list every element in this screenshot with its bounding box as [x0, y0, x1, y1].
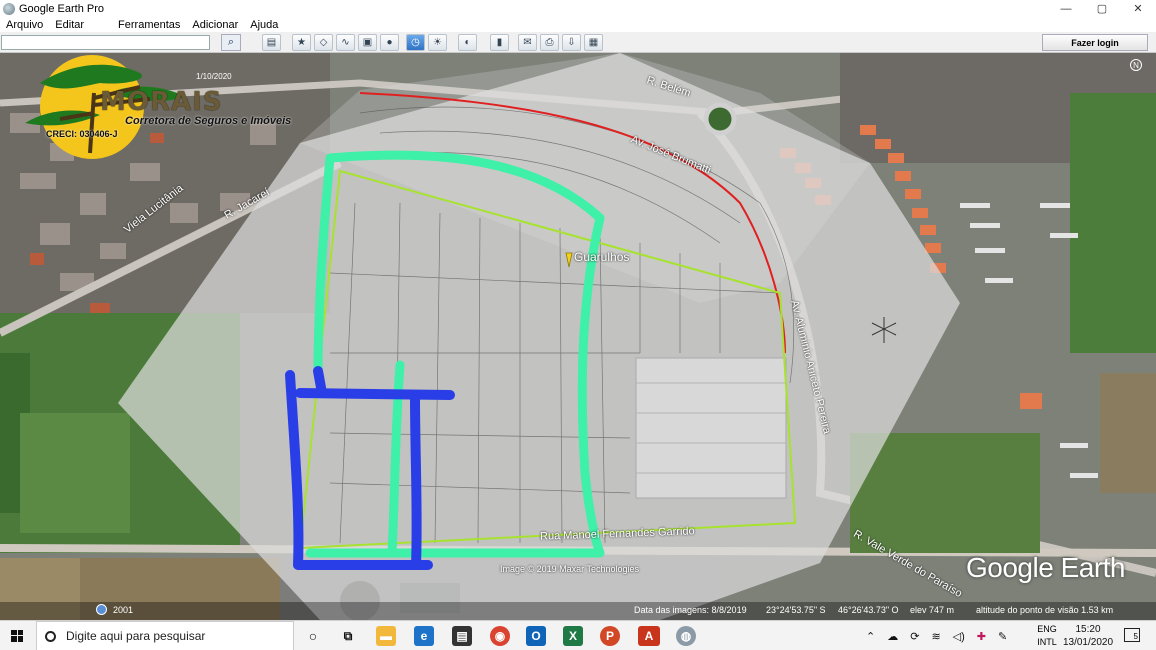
sunlight-button[interactable]: ☀	[428, 34, 447, 51]
clock-icon: ◷	[411, 37, 420, 48]
google-earth-watermark: Google Earth	[966, 552, 1126, 583]
minimize-button[interactable]: —	[1048, 0, 1084, 17]
eye-altitude: altitude do ponto de visão 1.53 km	[976, 605, 1114, 615]
menu-adicionar[interactable]: Adicionar	[192, 19, 238, 31]
menu-ferramentas[interactable]: Ferramentas	[118, 19, 180, 31]
cloud-icon[interactable]: ☁	[887, 630, 898, 643]
sync-icon[interactable]: ⟳	[910, 630, 919, 643]
logo-creci: CRECI: 030406-J	[46, 129, 118, 139]
view-in-maps-button[interactable]: ▦	[584, 34, 603, 51]
latitude: 23°24'53.75" S	[766, 605, 826, 615]
print-button[interactable]: ⎙	[540, 34, 559, 51]
login-button[interactable]: Fazer login	[1042, 34, 1148, 51]
window-title: Google Earth Pro	[19, 2, 104, 15]
maximize-button[interactable]: ▢	[1084, 0, 1120, 17]
notification-count: 5	[1133, 632, 1138, 641]
elevation: elev 747 m	[910, 605, 955, 615]
edge-icon[interactable]: e	[414, 626, 434, 646]
clock-time: 15:20	[1075, 624, 1101, 635]
planet-icon: ◐	[464, 37, 471, 48]
polygon-icon: ◇	[319, 37, 328, 48]
city-label: Guarulhos	[574, 250, 630, 264]
volume-icon[interactable]: ◁)	[953, 630, 965, 643]
historical-imagery-year[interactable]: 2001	[96, 604, 133, 615]
compass-north-icon[interactable]: N	[1130, 59, 1142, 71]
google-earth-taskbar-icon[interactable]: ◍	[676, 626, 696, 646]
map-icon: ▦	[588, 37, 599, 48]
menu-arquivo[interactable]: Arquivo	[6, 19, 43, 31]
placemark-icon: ★	[297, 37, 306, 48]
menu-editar[interactable]: Editar	[55, 19, 84, 31]
wifi-icon[interactable]: ≋	[931, 630, 940, 643]
outlook-icon[interactable]: O	[526, 626, 546, 646]
email-button[interactable]: ✉	[518, 34, 537, 51]
title-bar: Google Earth Pro — ▢ ✕	[0, 0, 1156, 17]
print-icon: ⎙	[545, 37, 554, 48]
window-controls: — ▢ ✕	[1048, 0, 1156, 17]
sidebar-icon: ▤	[266, 37, 277, 48]
save-image-icon: ⇩	[567, 37, 576, 48]
search-icon: ⌕	[227, 36, 235, 48]
longitude: 46°26'43.73" O	[838, 605, 899, 615]
record-tour-button[interactable]: ●	[380, 34, 399, 51]
add-polygon-button[interactable]: ◇	[314, 34, 333, 51]
ruler-icon: ▮	[496, 37, 503, 48]
powerpoint-icon[interactable]: P	[600, 626, 620, 646]
language-code: ENG	[1037, 624, 1057, 634]
toolbar: ⌕ ▤ ★ ◇ ∿ ▣ ● ◷ ☀ ◐ ▮ ✉ ⎙ ⇩ ▦ Fazer logi…	[0, 32, 1156, 53]
search-icon	[45, 630, 56, 642]
tour-icon: ●	[386, 37, 393, 48]
overlay-icon: ▣	[362, 37, 373, 48]
cortana-icon[interactable]: ○	[303, 626, 323, 646]
taskbar-clock[interactable]: 15:20 13/01/2020	[1060, 623, 1116, 649]
menu-ajuda[interactable]: Ajuda	[250, 19, 278, 31]
imagery-copyright: Image © 2019 Maxar Technologies	[500, 564, 640, 574]
antivirus-icon[interactable]: ✚	[977, 630, 986, 643]
image-date: Data das imagens: 8/8/2019	[634, 605, 747, 615]
excel-icon[interactable]: X	[563, 626, 583, 646]
add-placemark-button[interactable]: ★	[292, 34, 311, 51]
windows-logo-icon	[11, 629, 23, 642]
historical-imagery-button[interactable]: ◷	[406, 34, 425, 51]
search-input[interactable]	[1, 35, 210, 50]
taskbar-search-placeholder: Digite aqui para pesquisar	[66, 629, 206, 643]
search-button[interactable]: ⌕	[221, 34, 241, 51]
save-image-button[interactable]: ⇩	[562, 34, 581, 51]
windows-taskbar: Digite aqui para pesquisar ○ ⧉ ▬ e ▤ ◉ O…	[0, 620, 1156, 650]
store-icon[interactable]: ▤	[452, 626, 472, 646]
keyboard-layout: INTL	[1037, 637, 1057, 647]
logo-brand: MORAIS	[100, 87, 223, 117]
language-indicator[interactable]: ENG INTL	[1036, 623, 1058, 649]
task-view-icon[interactable]: ⧉	[338, 626, 358, 646]
path-icon: ∿	[341, 37, 350, 48]
logo-date: 1/10/2020	[196, 72, 232, 81]
year-label: 2001	[113, 604, 134, 615]
acrobat-icon[interactable]: A	[638, 626, 660, 646]
email-icon: ✉	[523, 37, 532, 48]
google-earth-app-icon	[3, 2, 15, 15]
planet-switch-button[interactable]: ◐	[458, 34, 477, 51]
chrome-icon[interactable]: ◉	[490, 626, 510, 646]
clock-date: 13/01/2020	[1062, 637, 1114, 648]
clock-icon	[96, 604, 107, 615]
map-view[interactable]: 1/10/2020 MORAIS Corretora de Seguros e …	[0, 53, 1156, 620]
system-tray: ⌃ ☁ ⟳ ≋ ◁) ✚ ✎	[866, 621, 1007, 650]
map-status-bar: Data das imagens: 8/8/2019 23°24'53.75" …	[0, 602, 1156, 620]
ruler-button[interactable]: ▮	[490, 34, 509, 51]
sidebar-toggle-button[interactable]: ▤	[262, 34, 281, 51]
taskbar-search[interactable]: Digite aqui para pesquisar	[36, 621, 294, 650]
notification-center-icon[interactable]: 5	[1124, 628, 1140, 642]
menu-bar: Arquivo Editar Ferramentas Adicionar Aju…	[0, 17, 1156, 32]
add-overlay-button[interactable]: ▣	[358, 34, 377, 51]
file-explorer-icon[interactable]: ▬	[376, 626, 396, 646]
logo-tagline: Corretora de Seguros e Imóveis	[125, 115, 292, 127]
chevron-up-icon[interactable]: ⌃	[866, 630, 875, 643]
sun-icon: ☀	[433, 37, 442, 48]
start-button[interactable]	[0, 621, 34, 650]
add-path-button[interactable]: ∿	[336, 34, 355, 51]
close-button[interactable]: ✕	[1120, 0, 1156, 17]
pen-icon[interactable]: ✎	[998, 630, 1007, 643]
